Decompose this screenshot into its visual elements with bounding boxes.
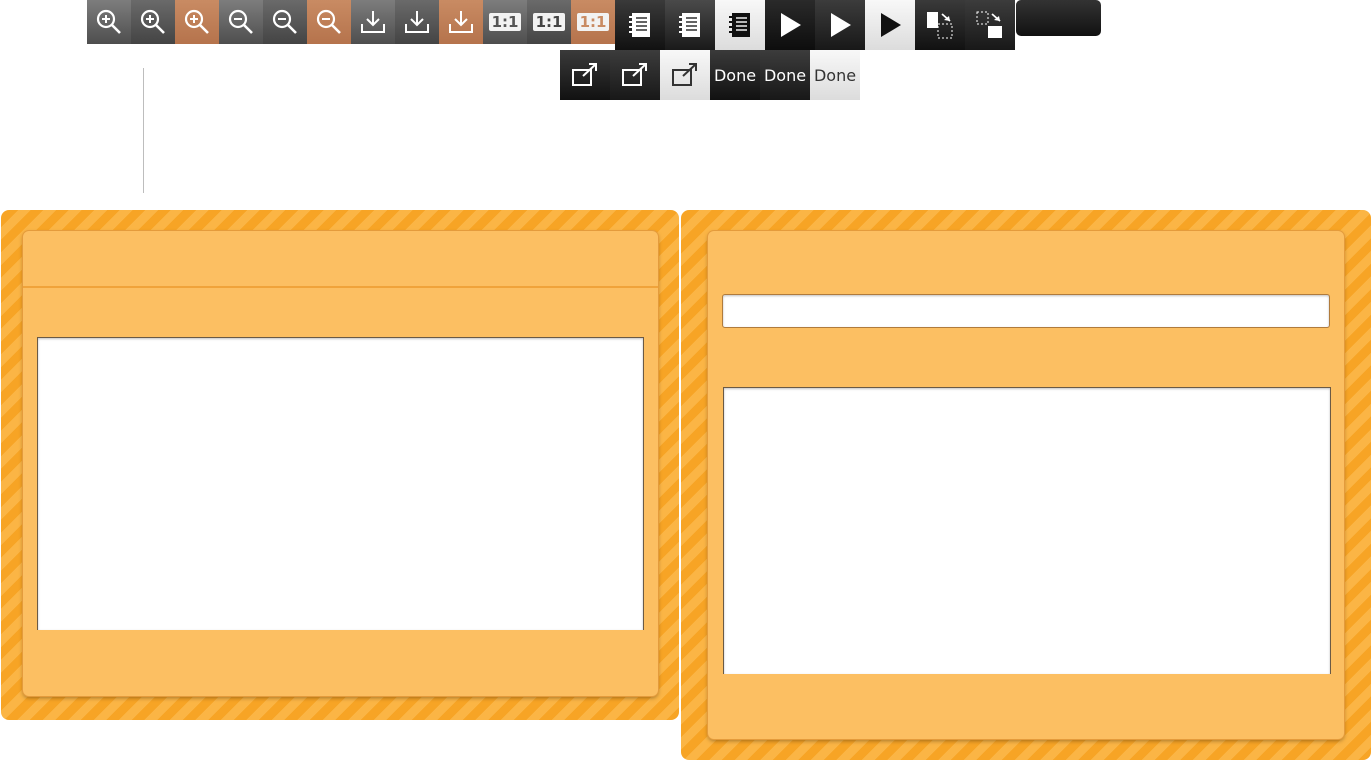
external-link-icon <box>622 63 647 86</box>
done-button[interactable]: Done <box>710 50 760 100</box>
zoom-out-button-hover[interactable] <box>263 0 307 44</box>
zoom-in-icon <box>96 9 121 34</box>
actual-size-button-active[interactable]: 1:1 <box>571 0 615 44</box>
zoom-in-button-hover[interactable] <box>131 0 175 44</box>
actual-size-button-hover[interactable]: 1:1 <box>527 0 571 44</box>
play-icon <box>781 13 801 37</box>
swap-icon <box>927 12 953 39</box>
zoom-in-icon <box>184 9 209 34</box>
left-panel-header-divider <box>23 286 658 288</box>
open-external-button[interactable] <box>560 50 610 100</box>
done-button-hover[interactable]: Done <box>760 50 810 100</box>
done-label: Done <box>813 65 857 85</box>
ratio-icon: 1:1 <box>532 13 566 31</box>
play-button-active[interactable] <box>865 0 915 50</box>
notes-button-hover[interactable] <box>665 0 715 50</box>
notebook-icon <box>629 13 650 37</box>
right-panel-content-area[interactable] <box>723 387 1331 674</box>
zoom-out-button[interactable] <box>219 0 263 44</box>
download-button-active[interactable] <box>439 0 483 44</box>
notes-button[interactable] <box>615 0 665 50</box>
download-button[interactable] <box>351 0 395 44</box>
swap-layout-button[interactable] <box>915 0 965 50</box>
play-icon <box>831 13 851 37</box>
right-panel-input[interactable] <box>722 294 1330 328</box>
zoom-out-icon <box>316 9 341 34</box>
swap-layout-button-alt[interactable] <box>965 0 1015 50</box>
open-external-button-hover[interactable] <box>610 50 660 100</box>
vertical-divider <box>143 68 144 193</box>
zoom-in-icon <box>140 9 165 34</box>
zoom-in-button[interactable] <box>87 0 131 44</box>
done-label: Done <box>763 65 807 85</box>
external-link-icon <box>572 63 597 86</box>
left-panel-content-area[interactable] <box>37 337 644 630</box>
zoom-out-icon <box>272 9 297 34</box>
blank-button[interactable] <box>1016 0 1101 36</box>
notebook-icon <box>729 13 750 37</box>
download-button-hover[interactable] <box>395 0 439 44</box>
zoom-in-button-active[interactable] <box>175 0 219 44</box>
done-button-active[interactable]: Done <box>810 50 860 100</box>
notebook-icon <box>679 13 700 37</box>
actual-size-button[interactable]: 1:1 <box>483 0 527 44</box>
notes-button-active[interactable] <box>715 0 765 50</box>
external-link-icon <box>672 63 697 86</box>
ratio-icon: 1:1 <box>576 13 610 31</box>
play-button-hover[interactable] <box>815 0 865 50</box>
download-icon <box>405 11 429 33</box>
zoom-out-icon <box>228 9 253 34</box>
ratio-icon: 1:1 <box>488 13 522 31</box>
download-icon <box>361 11 385 33</box>
zoom-out-button-active[interactable] <box>307 0 351 44</box>
done-label: Done <box>713 65 757 85</box>
open-external-button-active[interactable] <box>660 50 710 100</box>
download-icon <box>449 11 473 33</box>
play-button[interactable] <box>765 0 815 50</box>
play-icon <box>881 13 901 37</box>
swap-icon <box>976 11 1002 38</box>
